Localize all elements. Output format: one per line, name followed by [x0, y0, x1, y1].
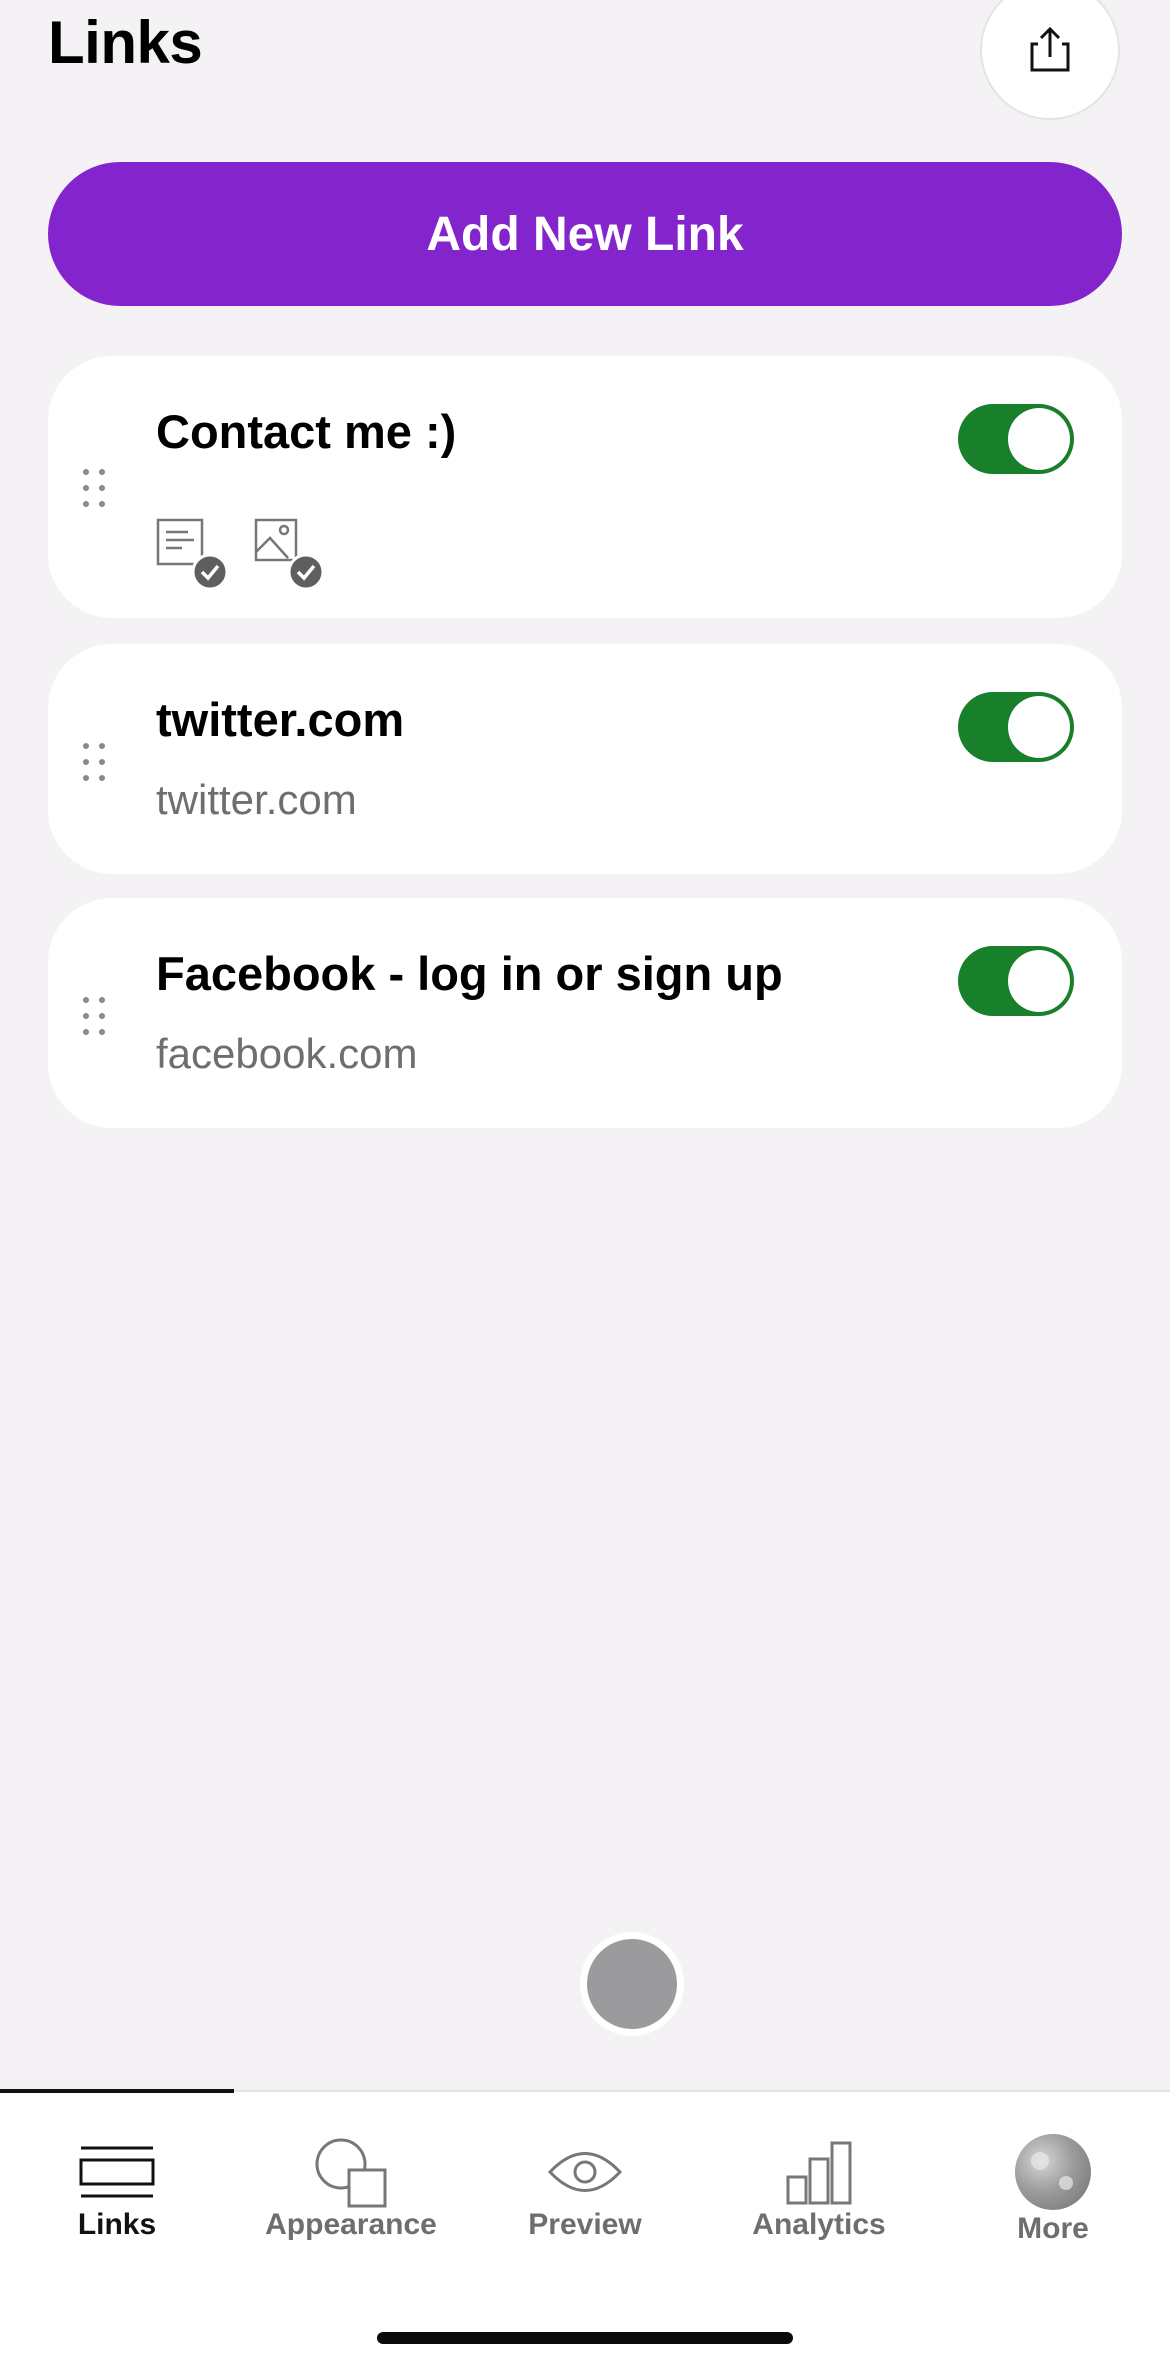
link-title: twitter.com — [156, 693, 405, 746]
tab-label: Analytics — [752, 2208, 886, 2241]
tab-label: Appearance — [265, 2208, 437, 2241]
share-button[interactable] — [980, 0, 1120, 120]
link-card[interactable]: twitter.com twitter.com — [48, 644, 1122, 874]
link-url: twitter.com — [156, 776, 357, 823]
link-title: Contact me :) — [156, 405, 457, 458]
share-upload-icon — [1030, 26, 1070, 72]
link-url: facebook.com — [156, 1030, 418, 1077]
link-feature-icons — [156, 518, 356, 592]
tab-label: More — [1017, 2212, 1089, 2245]
link-title: Facebook - log in or sign up — [156, 947, 783, 1000]
add-new-link-label: Add New Link — [426, 207, 744, 261]
toggle-knob — [1008, 408, 1070, 470]
links-icon — [77, 2132, 157, 2212]
link-enabled-toggle[interactable] — [958, 692, 1074, 762]
tab-links[interactable]: Links — [0, 2092, 234, 2292]
form-check-icon[interactable] — [156, 518, 230, 592]
toggle-knob — [1008, 696, 1070, 758]
drag-handle-icon[interactable] — [80, 466, 110, 510]
links-screen: Links Add New Link Contact me :) twitter… — [0, 0, 1170, 2374]
link-enabled-toggle[interactable] — [958, 404, 1074, 474]
tab-label: Links — [77, 2208, 157, 2241]
shapes-icon — [311, 2132, 391, 2212]
avatar — [1015, 2134, 1091, 2210]
image-check-icon[interactable] — [254, 518, 328, 592]
link-card[interactable]: Facebook - log in or sign up facebook.co… — [48, 898, 1122, 1128]
eye-icon — [545, 2132, 625, 2212]
bar-chart-icon — [779, 2132, 859, 2212]
link-enabled-toggle[interactable] — [958, 946, 1074, 1016]
page-title: Links — [48, 9, 203, 76]
assistive-touch-button[interactable] — [580, 1932, 684, 2036]
profile-avatar — [1013, 2132, 1093, 2212]
toggle-knob — [1008, 950, 1070, 1012]
drag-handle-icon[interactable] — [80, 740, 110, 784]
tab-preview[interactable]: Preview — [468, 2092, 702, 2292]
tab-label: Preview — [528, 2208, 642, 2241]
tab-appearance[interactable]: Appearance — [234, 2092, 468, 2292]
drag-handle-icon[interactable] — [80, 994, 110, 1038]
tab-analytics[interactable]: Analytics — [702, 2092, 936, 2292]
add-new-link-button[interactable]: Add New Link — [48, 162, 1122, 306]
link-card[interactable]: Contact me :) — [48, 356, 1122, 618]
home-indicator — [377, 2332, 793, 2344]
tab-more[interactable]: More — [936, 2092, 1170, 2292]
